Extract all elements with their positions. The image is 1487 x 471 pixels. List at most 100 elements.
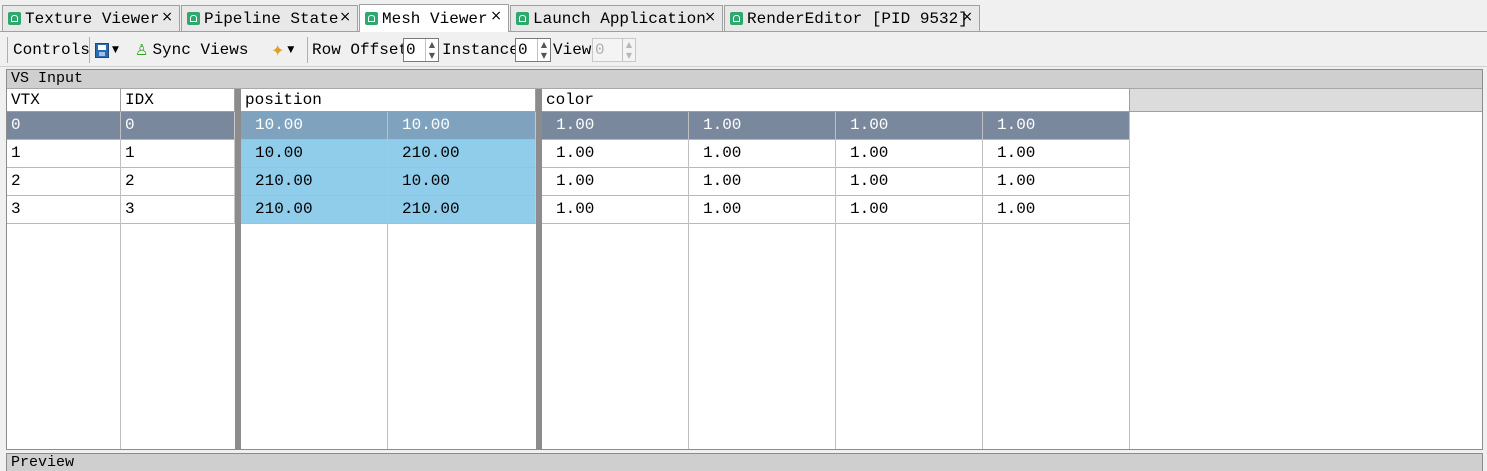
- close-icon[interactable]: ×: [490, 8, 502, 24]
- vs-input-title: VS Input: [7, 70, 1482, 89]
- view-label: View: [553, 41, 592, 59]
- color-b-cell[interactable]: 1.00: [836, 140, 983, 168]
- spin-up-icon: ▲: [625, 40, 633, 49]
- mesh-toolbar: Controls ▼ ♙ Sync Views ✦ ▼ Row Offset 0…: [0, 33, 1487, 67]
- color-a-cell[interactable]: 1.00: [983, 140, 1130, 168]
- tab-label: RenderEditor [PID 9532]: [747, 9, 968, 28]
- tab-launch-application[interactable]: Launch Application ×: [510, 5, 723, 31]
- position-x-cell[interactable]: 210.00: [241, 168, 388, 196]
- column-header-position[interactable]: position: [241, 89, 536, 112]
- tab-label: Texture Viewer: [25, 9, 160, 28]
- color-g-cell[interactable]: 1.00: [689, 196, 836, 224]
- row-offset-spinbox[interactable]: 0 ▲ ▼: [403, 38, 439, 62]
- column-group-separator[interactable]: [536, 89, 542, 449]
- color-r-cell[interactable]: 1.00: [542, 196, 689, 224]
- vtx-cell[interactable]: 1: [7, 140, 121, 168]
- window-icon: [365, 12, 378, 25]
- close-icon[interactable]: ×: [161, 9, 173, 25]
- tab-pipeline-state[interactable]: Pipeline State ×: [181, 5, 358, 31]
- color-r-cell[interactable]: 1.00: [542, 140, 689, 168]
- column-header-color[interactable]: color: [542, 89, 1130, 112]
- color-a-cell[interactable]: 1.00: [983, 196, 1130, 224]
- sync-views-icon: ♙: [135, 41, 149, 59]
- tab-label: Launch Application: [533, 9, 706, 28]
- header-filler: [1130, 89, 1482, 112]
- color-r-cell[interactable]: 1.00: [542, 112, 689, 140]
- dropdown-caret-icon: ▼: [287, 45, 295, 55]
- column-group-separator[interactable]: [235, 89, 241, 449]
- instance-value[interactable]: 0: [516, 39, 537, 61]
- spin-down-icon[interactable]: ▼: [538, 50, 550, 61]
- spin-down-icon[interactable]: ▼: [426, 50, 438, 61]
- color-g-cell[interactable]: 1.00: [689, 112, 836, 140]
- table-row[interactable]: 1 1 10.00 210.00 1.00 1.00 1.00 1.00: [7, 140, 1482, 168]
- color-a-cell[interactable]: 1.00: [983, 112, 1130, 140]
- table-row[interactable]: 3 3 210.00 210.00 1.00 1.00 1.00 1.00: [7, 196, 1482, 224]
- position-y-cell[interactable]: 10.00: [388, 112, 536, 140]
- toolbar-grip: [7, 37, 8, 63]
- position-x-cell[interactable]: 210.00: [241, 196, 388, 224]
- column-divider: [1129, 112, 1130, 449]
- column-divider: [982, 112, 983, 449]
- tab-render-editor[interactable]: RenderEditor [PID 9532] ×: [724, 5, 980, 31]
- table-row[interactable]: 0 0 10.00 10.00 1.00 1.00 1.00 1.00: [7, 112, 1482, 140]
- color-r-cell[interactable]: 1.00: [542, 168, 689, 196]
- sync-views-label: Sync Views: [152, 41, 249, 59]
- position-y-cell[interactable]: 210.00: [388, 196, 536, 224]
- close-icon[interactable]: ×: [961, 9, 973, 25]
- table-row[interactable]: 2 2 210.00 10.00 1.00 1.00 1.00 1.00: [7, 168, 1482, 196]
- position-x-cell[interactable]: 10.00: [241, 140, 388, 168]
- spin-down-icon: ▼: [625, 51, 633, 60]
- column-header-idx[interactable]: IDX: [121, 89, 235, 112]
- view-spinbox: 0 ▲ ▼: [592, 38, 636, 62]
- spin-arrows[interactable]: ▲ ▼: [425, 39, 438, 61]
- color-b-cell[interactable]: 1.00: [836, 196, 983, 224]
- column-divider: [387, 112, 388, 449]
- position-y-cell[interactable]: 210.00: [388, 140, 536, 168]
- view-value: 0: [595, 41, 605, 59]
- spin-arrows: ▲ ▼: [622, 39, 635, 61]
- document-tab-bar: Texture Viewer × Pipeline State × Mesh V…: [0, 0, 1487, 32]
- color-b-cell[interactable]: 1.00: [836, 112, 983, 140]
- spin-up-icon[interactable]: ▲: [426, 39, 438, 50]
- vtx-cell[interactable]: 3: [7, 196, 121, 224]
- preview-panel-title[interactable]: Preview: [6, 453, 1483, 471]
- window-icon: [730, 12, 743, 25]
- color-b-cell[interactable]: 1.00: [836, 168, 983, 196]
- close-icon[interactable]: ×: [704, 9, 716, 25]
- window-icon: [516, 12, 529, 25]
- idx-cell[interactable]: 1: [121, 140, 235, 168]
- toolbar-separator: [307, 37, 308, 63]
- color-g-cell[interactable]: 1.00: [689, 140, 836, 168]
- tab-label: Pipeline State: [204, 9, 339, 28]
- spin-up-icon[interactable]: ▲: [538, 39, 550, 50]
- idx-cell[interactable]: 3: [121, 196, 235, 224]
- idx-cell[interactable]: 2: [121, 168, 235, 196]
- window-icon: [8, 12, 21, 25]
- instance-label: Instance: [442, 41, 519, 59]
- vtx-cell[interactable]: 2: [7, 168, 121, 196]
- toolbar-separator: [89, 37, 90, 63]
- position-x-cell[interactable]: 10.00: [241, 112, 388, 140]
- tab-texture-viewer[interactable]: Texture Viewer ×: [2, 5, 180, 31]
- tab-mesh-viewer[interactable]: Mesh Viewer ×: [359, 4, 509, 32]
- color-g-cell[interactable]: 1.00: [689, 168, 836, 196]
- instance-spinbox[interactable]: 0 ▲ ▼: [515, 38, 551, 62]
- spin-arrows[interactable]: ▲ ▼: [537, 39, 550, 61]
- vertex-table[interactable]: 0 0 10.00 10.00 1.00 1.00 1.00 1.00 1 1 …: [7, 112, 1482, 449]
- dropdown-caret-icon: ▼: [112, 45, 119, 55]
- vtx-cell[interactable]: 0: [7, 112, 121, 140]
- close-icon[interactable]: ×: [339, 9, 351, 25]
- controls-label: Controls: [13, 41, 90, 59]
- puzzle-icon: ✦: [271, 40, 285, 60]
- column-header-vtx[interactable]: VTX: [7, 89, 121, 112]
- column-options-button[interactable]: ✦ ▼: [271, 33, 294, 67]
- position-y-cell[interactable]: 10.00: [388, 168, 536, 196]
- idx-cell[interactable]: 0: [121, 112, 235, 140]
- color-a-cell[interactable]: 1.00: [983, 168, 1130, 196]
- tab-label: Mesh Viewer: [382, 9, 488, 28]
- export-button[interactable]: ▼: [95, 33, 119, 67]
- column-divider: [120, 112, 121, 449]
- row-offset-value[interactable]: 0: [404, 39, 425, 61]
- sync-views-button[interactable]: ♙ Sync Views: [135, 33, 248, 67]
